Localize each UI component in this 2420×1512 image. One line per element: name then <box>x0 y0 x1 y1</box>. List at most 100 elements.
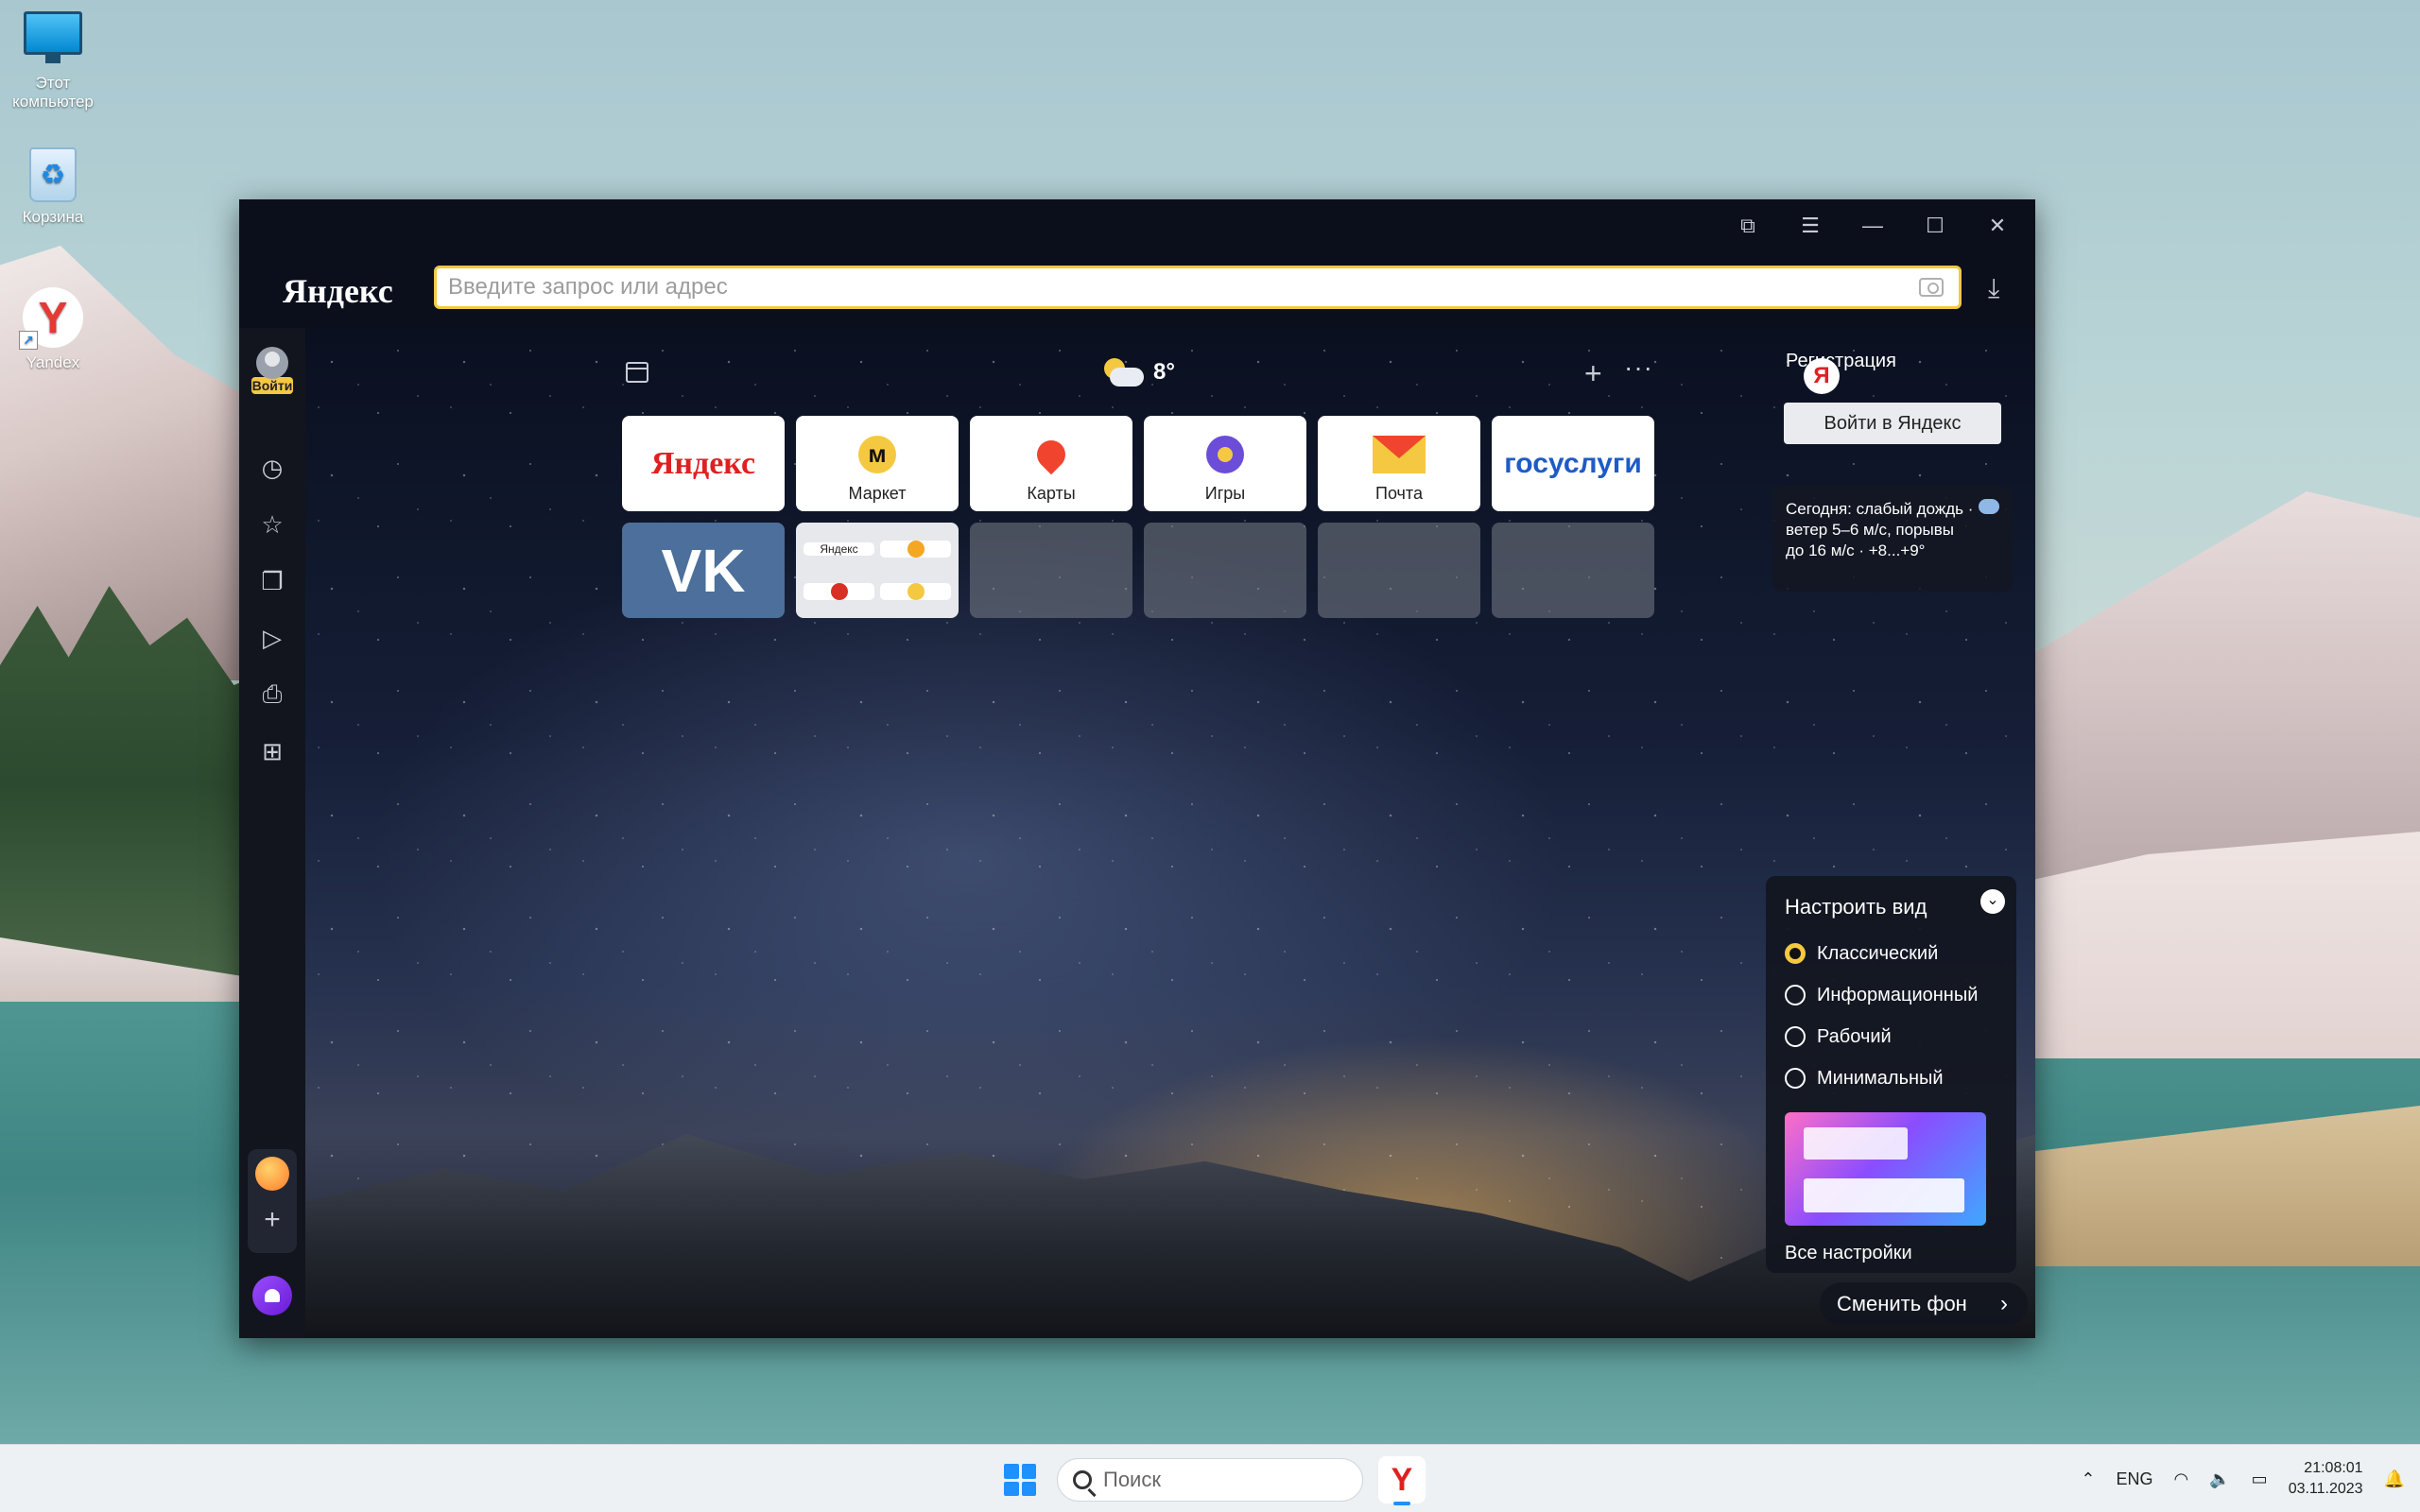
computer-icon <box>24 11 82 63</box>
volume-icon[interactable]: 🔈 <box>2209 1469 2230 1489</box>
mini-tile-yandex: Яндекс <box>804 541 874 556</box>
taskbar: Поиск Y ⌃ ENG ◠ 🔈 ▭ 21:08:01 03.11.2023 … <box>0 1444 2420 1512</box>
alice-assistant-icon[interactable] <box>252 1276 292 1315</box>
tile-empty[interactable] <box>1318 523 1480 618</box>
close-icon[interactable]: ✕ <box>1979 207 2016 245</box>
change-background-button[interactable]: Сменить фон › <box>1820 1282 2028 1326</box>
clock[interactable]: 21:08:01 03.11.2023 <box>2289 1458 2363 1500</box>
more-icon[interactable]: ··· <box>1624 352 1653 383</box>
tabs-icon[interactable] <box>626 362 648 383</box>
tile-maps[interactable]: Карты <box>970 416 1132 511</box>
all-settings-link[interactable]: Все настройки <box>1785 1243 1997 1264</box>
yandex-account-icon: Я <box>1804 358 1840 394</box>
address-input[interactable] <box>448 274 1866 301</box>
radio-unselected[interactable] <box>1785 985 1806 1005</box>
mini-tile-mail <box>880 583 951 601</box>
yandex-browser-icon: Y ↗ <box>19 287 83 350</box>
tiles-toolbar: 8° + ··· <box>622 352 1652 419</box>
mini-tile-red <box>804 583 874 601</box>
login-badge: Войти <box>251 377 293 394</box>
menu-icon[interactable]: ☰ <box>1791 207 1829 245</box>
bookmarks-star-icon[interactable]: ☆ <box>253 506 291 543</box>
tile-empty[interactable] <box>1492 523 1654 618</box>
tile-yandex-text: Яндекс <box>650 445 756 481</box>
view-option-work[interactable]: Рабочий <box>1785 1016 1997 1057</box>
add-tile-icon[interactable]: + <box>1584 356 1602 391</box>
notification-bell-icon[interactable]: 🔔 <box>2384 1469 2405 1489</box>
view-option-informational[interactable]: Информационный <box>1785 974 1997 1016</box>
view-option-label: Классический <box>1817 942 1939 964</box>
taskbar-search[interactable]: Поиск <box>1057 1458 1363 1502</box>
recycle-bin-icon: ♻ <box>29 147 77 202</box>
desktop-icon-label: Yandex <box>26 353 80 371</box>
registration-link[interactable]: Регистрация <box>1786 351 1896 372</box>
login-button[interactable]: Войти в Яндекс <box>1784 403 2001 444</box>
yandex-logo[interactable]: Яндекс <box>283 271 393 311</box>
tile-label: Маркет <box>848 484 907 503</box>
view-option-label: Рабочий <box>1817 1025 1892 1047</box>
browser-header: Яндекс ⤓ <box>239 252 2035 328</box>
view-option-minimal[interactable]: Минимальный <box>1785 1057 1997 1099</box>
tile-vk[interactable]: VK <box>622 523 785 618</box>
profile-login[interactable]: Войти <box>251 347 293 394</box>
desktop-icon-yandex[interactable]: Y ↗ Yandex <box>0 287 110 372</box>
desktop-icon-recycle-bin[interactable]: ♻ Корзина <box>0 147 110 227</box>
zen-icon[interactable] <box>255 1157 289 1191</box>
radio-unselected[interactable] <box>1785 1026 1806 1047</box>
view-option-label: Минимальный <box>1817 1067 1944 1089</box>
speed-dial-grid: Яндекс м Маркет Карты Игры Почта госуслу… <box>622 416 1654 618</box>
camera-search-icon[interactable] <box>1919 278 1944 297</box>
collections-sidebar-icon[interactable]: ❐ <box>253 562 291 600</box>
add-sidebar-icon[interactable]: + <box>257 1206 287 1236</box>
vk-logo-icon: VK <box>661 536 746 605</box>
desktop-icon-this-pc[interactable]: Этот компьютер <box>0 11 110 112</box>
tile-yandex[interactable]: Яндекс <box>622 416 785 511</box>
mini-tile-orange <box>880 540 951 558</box>
minimize-icon[interactable]: — <box>1854 207 1892 245</box>
tile-market[interactable]: м Маркет <box>796 416 959 511</box>
market-icon: м <box>858 435 896 473</box>
sidebar-pinned-group: + <box>248 1149 297 1253</box>
clock-time: 21:08:01 <box>2304 1460 2363 1476</box>
tile-label: Почта <box>1375 484 1423 503</box>
tile-group[interactable]: Яндекс <box>796 523 959 618</box>
tile-label: Карты <box>1027 484 1076 503</box>
chevron-up-icon[interactable]: ⌃ <box>2081 1469 2095 1489</box>
view-option-classic[interactable]: Классический <box>1785 933 1997 974</box>
maximize-icon[interactable]: ☐ <box>1916 207 1954 245</box>
tile-empty[interactable] <box>970 523 1132 618</box>
tile-empty[interactable] <box>1144 523 1306 618</box>
tile-gosuslugi[interactable]: госуслуги <box>1492 416 1654 511</box>
weather-forecast-card[interactable]: Сегодня: слабый дождь · ветер 5–6 м/с, п… <box>1772 486 2013 592</box>
history-icon[interactable]: ◷ <box>253 449 291 487</box>
apps-grid-icon[interactable]: ⊞ <box>253 732 291 770</box>
radio-selected[interactable] <box>1785 943 1806 964</box>
tile-mail[interactable]: Почта <box>1318 416 1480 511</box>
taskbar-yandex-browser-icon[interactable]: Y <box>1378 1456 1426 1505</box>
weather-temp: 8° <box>1153 359 1175 385</box>
wifi-icon[interactable]: ◠ <box>2174 1469 2189 1489</box>
weather-cloud-sun-icon <box>1104 358 1146 387</box>
address-bar[interactable] <box>434 266 1962 309</box>
screenshot-icon[interactable]: ⎙ <box>253 676 291 713</box>
battery-icon[interactable]: ▭ <box>2252 1469 2268 1489</box>
view-option-label: Информационный <box>1817 984 1979 1005</box>
games-icon <box>1206 435 1244 473</box>
radio-unselected[interactable] <box>1785 1068 1806 1089</box>
left-sidebar: Войти ◷ ☆ ❐ ▷ ⎙ ⊞ + <box>239 328 305 1338</box>
clock-date: 03.11.2023 <box>2288 1481 2363 1497</box>
search-icon <box>1073 1470 1092 1489</box>
view-preview-image <box>1785 1112 1986 1226</box>
download-icon[interactable]: ⤓ <box>1988 273 1999 304</box>
language-indicator[interactable]: ENG <box>2117 1469 2153 1489</box>
tile-games[interactable]: Игры <box>1144 416 1306 511</box>
play-icon[interactable]: ▷ <box>253 619 291 657</box>
windows-start-icon[interactable] <box>1004 1464 1036 1496</box>
system-tray: ⌃ ENG ◠ 🔈 ▭ 21:08:01 03.11.2023 🔔 <box>2081 1454 2405 1503</box>
taskbar-search-label: Поиск <box>1103 1468 1161 1491</box>
weather-widget[interactable]: 8° <box>1104 358 1175 387</box>
avatar-icon <box>256 347 288 379</box>
collections-icon[interactable]: ⧉ <box>1729 207 1767 245</box>
forecast-text: Сегодня: слабый дождь · ветер 5–6 м/с, п… <box>1786 500 1974 559</box>
chevron-down-icon[interactable]: ⌄ <box>1980 889 2005 914</box>
